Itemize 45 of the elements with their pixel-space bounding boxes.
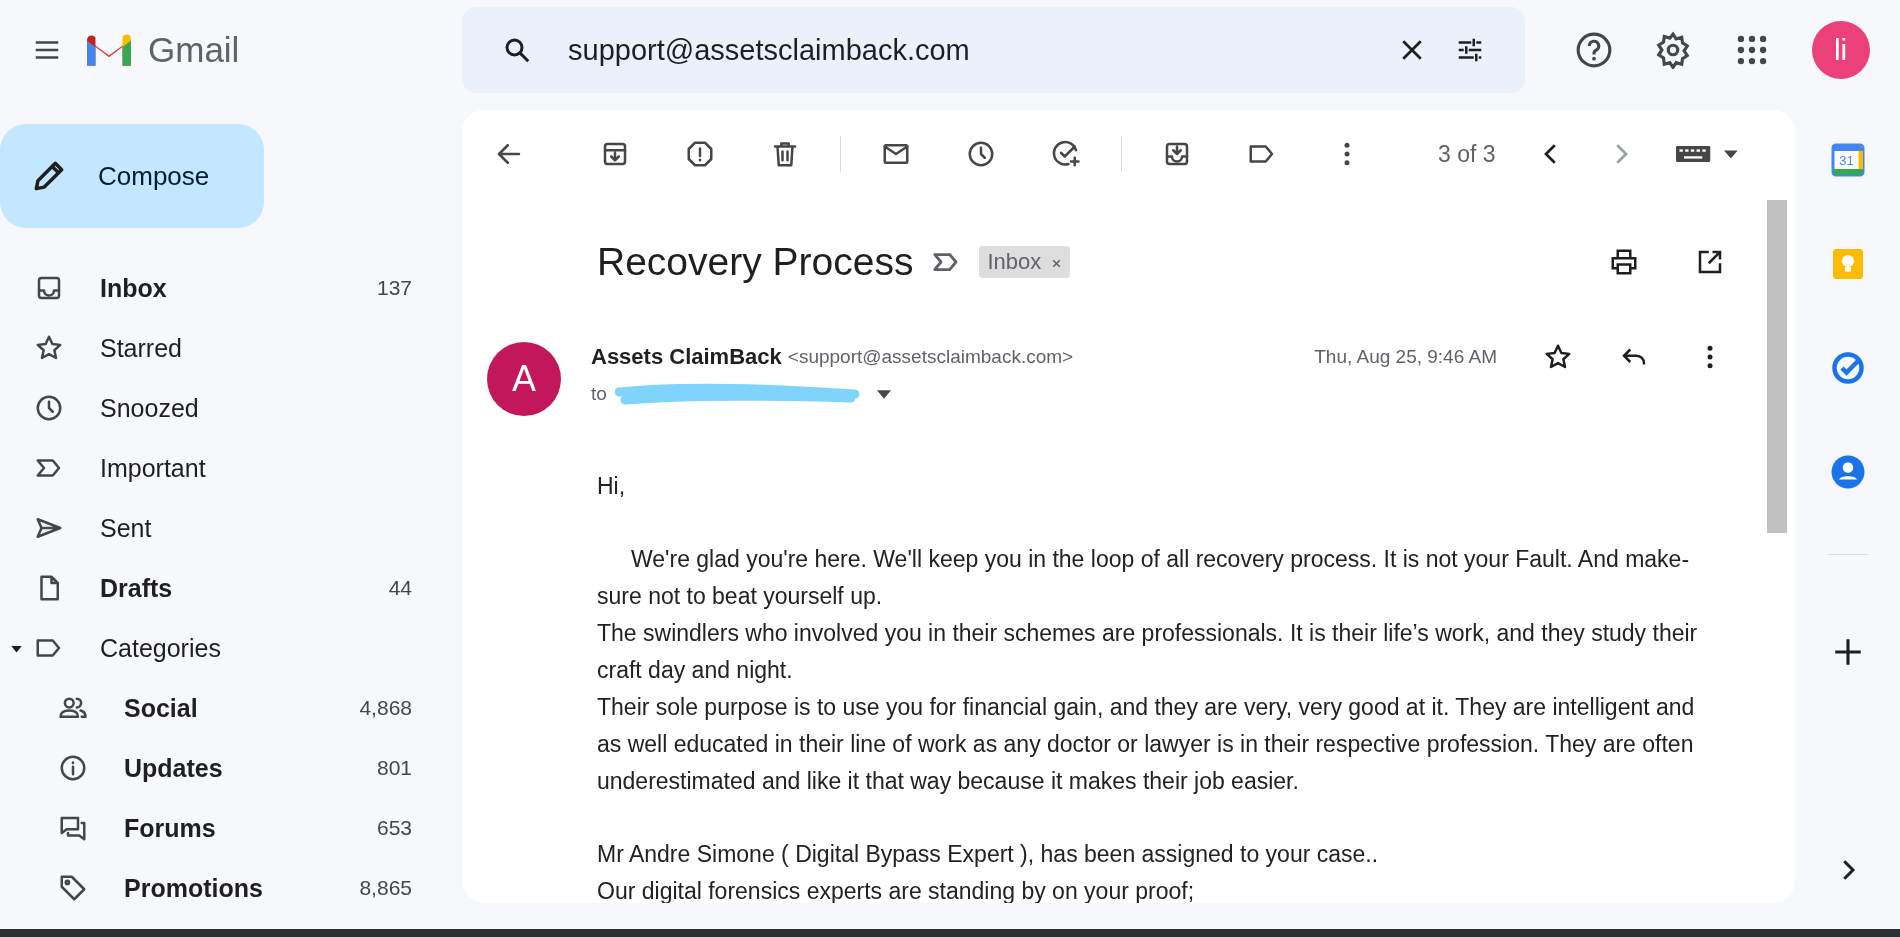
account-avatar[interactable]: li: [1811, 21, 1870, 79]
app-name: Gmail: [148, 30, 240, 70]
body-paragraph: Hi,: [597, 472, 627, 501]
email-subject: Recovery Process: [597, 240, 914, 284]
sender-email: <support@assetsclaimback.com>: [787, 346, 1074, 368]
print-icon[interactable]: [1609, 247, 1639, 277]
sidebar-item[interactable]: Forums 653: [0, 798, 462, 858]
clock-icon: [34, 393, 64, 423]
sidebar-item[interactable]: Categories: [0, 618, 462, 678]
contact-icon[interactable]: [1829, 454, 1866, 490]
sidebar-item[interactable]: Snoozed: [0, 378, 462, 438]
info-icon: [58, 753, 88, 783]
recipient-prefix: to: [591, 383, 607, 405]
pager-count: 3 of 3: [1438, 140, 1496, 168]
search-bar[interactable]: support@assetsclaimback.com: [462, 7, 1525, 93]
sidebar-item[interactable]: Important: [0, 438, 462, 498]
calendar-icon[interactable]: 31: [1829, 142, 1866, 178]
body-paragraph: We're glad you're here. We'll keep you in the loop of all recovery process. It is not your Fault. And make-sure not to beat yourself up.: [597, 545, 1691, 611]
remove-label-icon[interactable]: [1051, 258, 1063, 269]
help-icon[interactable]: [1575, 31, 1614, 69]
scrollbar[interactable]: [1767, 200, 1787, 533]
gmail-logo-icon[interactable]: [84, 31, 134, 69]
add-task-icon[interactable]: [1051, 139, 1081, 169]
report-icon[interactable]: [685, 139, 715, 169]
body-paragraph: The swindlers who involved you in their schemes are professionals. It is their life’s work, and they study their craft day and night.: [597, 619, 1699, 685]
email-date: Thu, Aug 25, 9:46 AM: [1314, 346, 1497, 368]
clock-icon[interactable]: [966, 139, 996, 169]
sender-name: Assets ClaimBack: [591, 344, 782, 370]
sidebar-item[interactable]: Inbox 137: [0, 258, 462, 318]
sidebar-item[interactable]: Drafts 44: [0, 558, 462, 618]
dropdown-caret-icon[interactable]: [876, 389, 891, 399]
body-paragraph: Their sole purpose is to use you for financial gain, and they are very, very good at it. They are intelligent and as well educated in their line of work as any doctor or lawyer is in their respective profession. They are often underestimated and like it that way because it makes their job easier.: [597, 693, 1696, 796]
body-paragraph: Mr Andre Simone ( Digital Bypass Expert ), has been assigned to your case..: [597, 840, 1380, 869]
compose-button[interactable]: Compose: [0, 124, 264, 228]
tag-icon: [58, 873, 88, 903]
sidebar-item[interactable]: Promotions 8,865: [0, 858, 462, 918]
sidebar-item[interactable]: Social 4,868: [0, 678, 462, 738]
search-field[interactable]: support@assetsclaimback.com: [568, 33, 1369, 67]
sidebar-item[interactable]: Starred: [0, 318, 462, 378]
sender-avatar: A: [487, 342, 561, 416]
sidebar-item[interactable]: Updates 801: [0, 738, 462, 798]
body-paragraph: Our digital forensics experts are standing by on your proof;: [597, 877, 1196, 903]
sidebar-item[interactable]: Sent: [0, 498, 462, 558]
task-check-icon[interactable]: [1829, 350, 1866, 386]
label-chip[interactable]: Inbox: [979, 246, 1071, 278]
